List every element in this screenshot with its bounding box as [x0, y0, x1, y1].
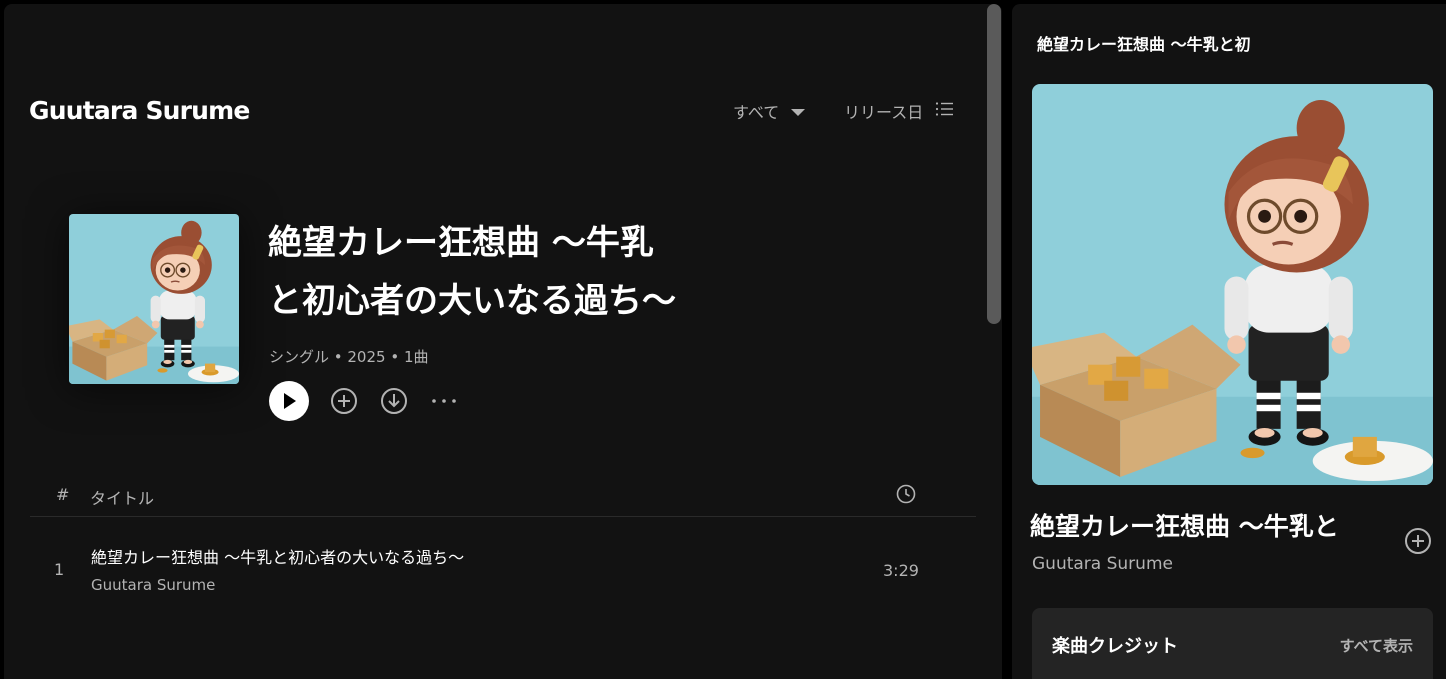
- filter-label: すべて: [733, 103, 780, 122]
- album-meta: シングル • 2025 • 1曲: [269, 348, 429, 366]
- track-title[interactable]: 絶望カレー狂想曲 ～牛乳と初心者の大いなる過ち～: [91, 544, 464, 568]
- album-art-chibi-girl-curry-icon: [1032, 84, 1433, 485]
- album-cover[interactable]: [69, 214, 239, 384]
- column-number: #: [56, 485, 70, 504]
- clock-icon: [896, 484, 916, 508]
- play-icon: [284, 393, 296, 409]
- filter-dropdown[interactable]: すべて: [733, 99, 806, 123]
- list-view-icon: [935, 101, 954, 121]
- artist-name-header[interactable]: Guutara Surume: [29, 96, 250, 125]
- play-button[interactable]: [269, 381, 309, 421]
- album-title: 絶望カレー狂想曲 ～牛乳 と初心者の大いなる過ち～: [268, 214, 788, 330]
- track-artist[interactable]: Guutara Surume: [91, 576, 215, 594]
- caret-down-icon: [791, 108, 806, 116]
- track-number: 1: [54, 560, 65, 579]
- app-window: Guutara Surume すべて リリース日 絶望カレー狂想曲 ～牛乳 と初…: [0, 0, 1446, 679]
- download-button[interactable]: [379, 386, 409, 416]
- column-title: タイトル: [90, 489, 155, 508]
- credits-title: 楽曲クレジット: [1052, 636, 1178, 657]
- now-playing-panel: 絶望カレー狂想曲 ～牛乳と初 絶望カレー狂想曲 ～牛乳と Guutara Sur…: [1012, 4, 1446, 679]
- plus-circle-icon: [1405, 528, 1431, 554]
- sort-button[interactable]: リリース日: [844, 99, 954, 123]
- main-scrollbar[interactable]: [987, 4, 1001, 324]
- more-options-button[interactable]: [429, 386, 459, 416]
- now-playing-artist[interactable]: Guutara Surume: [1032, 554, 1173, 574]
- credits-card: 楽曲クレジット すべて表示: [1032, 608, 1433, 679]
- main-panel: Guutara Surume すべて リリース日 絶望カレー狂想曲 ～牛乳 と初…: [4, 4, 1002, 679]
- now-playing-cover: [1032, 84, 1433, 485]
- track-duration: 3:29: [883, 561, 919, 580]
- more-dots-icon: [432, 399, 456, 403]
- album-art-chibi-girl-curry-icon: [69, 214, 239, 384]
- album-title-line-2: と初心者の大いなる過ち～: [268, 281, 676, 321]
- track-row[interactable]: 1 絶望カレー狂想曲 ～牛乳と初心者の大いなる過ち～ Guutara Surum…: [30, 534, 976, 602]
- sort-label: リリース日: [844, 103, 924, 122]
- add-to-library-button[interactable]: [329, 386, 359, 416]
- track-list-header: # タイトル: [30, 474, 976, 517]
- download-icon: [381, 388, 407, 414]
- now-playing-add-button[interactable]: [1404, 527, 1432, 555]
- album-actions: [269, 381, 459, 421]
- credits-show-all-link[interactable]: すべて表示: [1340, 635, 1413, 656]
- now-playing-header: 絶望カレー狂想曲 ～牛乳と初: [1037, 35, 1251, 54]
- now-playing-title[interactable]: 絶望カレー狂想曲 ～牛乳と: [1030, 507, 1390, 543]
- plus-circle-icon: [331, 388, 357, 414]
- album-title-line-1: 絶望カレー狂想曲 ～牛乳: [268, 223, 654, 263]
